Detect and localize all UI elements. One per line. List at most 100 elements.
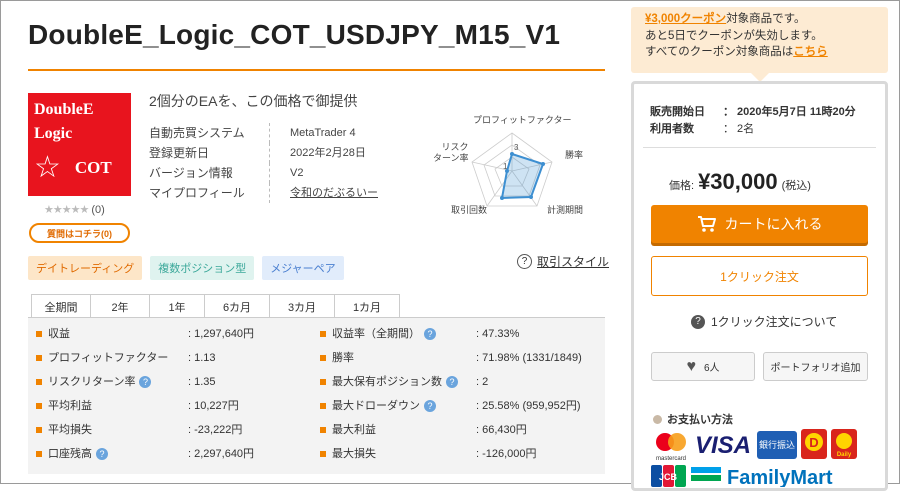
rating: ★★★★★ (0) bbox=[44, 203, 105, 216]
stat-label-max-profit: 最大利益 bbox=[332, 424, 376, 436]
one-click-about-link[interactable]: ? 1クリック注文について bbox=[691, 313, 837, 330]
radar-chart: 3 1 プロフィットファクター リスク ターン率 勝率 取引回数 計測期間 bbox=[421, 109, 601, 219]
help-icon[interactable]: ? bbox=[96, 448, 108, 460]
users-value: ： 2名 bbox=[723, 123, 755, 135]
svg-text:Daily: Daily bbox=[837, 452, 852, 458]
stat-label-revenue: 収益 bbox=[48, 328, 70, 340]
heart-icon: ♥ bbox=[686, 357, 696, 375]
tab-1m[interactable]: 1カ月 bbox=[334, 294, 400, 318]
stat-row: 勝率: 71.98% (1331/1849) bbox=[320, 346, 582, 370]
payment-title-label: お支払い方法 bbox=[667, 414, 733, 426]
coupon-line3: すべてのクーポン対象商品は bbox=[645, 46, 794, 58]
stat-row: リスクリターン率?: 1.35 bbox=[36, 370, 254, 394]
stat-row: 最大損失: -126,000円 bbox=[320, 442, 582, 466]
tag-major-pair[interactable]: メジャーペア bbox=[262, 256, 344, 280]
radar-center-value: 3 bbox=[514, 143, 519, 152]
stat-row: 最大ドローダウン? : 25.58% (959,952円) bbox=[320, 394, 582, 418]
coupon-line2: あと5日でクーポンが失効します。 bbox=[645, 29, 823, 42]
tab-2y[interactable]: 2年 bbox=[90, 294, 150, 318]
users-label: 利用者数 bbox=[650, 123, 694, 135]
product-logo: DoubleE Logic ☆ COT bbox=[28, 93, 131, 196]
stat-row: 最大保有ポジション数?: 2 bbox=[320, 370, 582, 394]
one-click-order-button[interactable]: 1クリック注文 bbox=[651, 256, 868, 296]
tab-all[interactable]: 全期間 bbox=[31, 294, 91, 318]
tab-6m[interactable]: 6カ月 bbox=[204, 294, 270, 318]
logo-line2: Logic bbox=[34, 125, 73, 142]
add-to-cart-button[interactable]: カートに入れる bbox=[651, 205, 868, 243]
help-icon[interactable]: ? bbox=[424, 400, 436, 412]
svg-text:JCB: JCB bbox=[659, 472, 678, 482]
help-icon[interactable]: ? bbox=[446, 376, 458, 388]
radar-label-risk: リスク ターン率 bbox=[433, 142, 469, 163]
stats-panel: 収益 : 1,297,640円 プロフィットファクター : 1.13 リスクリターン… bbox=[28, 317, 605, 474]
stat-value-max-profit: : 66,430円 bbox=[476, 424, 527, 436]
info-key-version: バージョン情報 bbox=[149, 166, 233, 180]
svg-text:mastercard: mastercard bbox=[656, 456, 686, 462]
stat-label-pf: プロフィットファクター bbox=[48, 352, 169, 364]
product-info: 自動売買システム MetaTrader 4 登録更新日 2022年2月28日 バージ… bbox=[149, 123, 378, 203]
product-lead: 2個分のEAを、この価格で御提供 bbox=[149, 93, 358, 109]
svg-text:FamilyMart: FamilyMart bbox=[727, 467, 833, 487]
stat-value-max-drawdown: : 25.58% (959,952円) bbox=[476, 400, 581, 412]
svg-text:銀行振込: 銀行振込 bbox=[759, 439, 795, 450]
bank-transfer-icon: 銀行振込 bbox=[757, 431, 797, 459]
profile-link[interactable]: 令和のだぶるいー bbox=[290, 183, 378, 203]
rating-stars-icon: ★★★★★ bbox=[44, 204, 89, 216]
stat-label-avg-loss: 平均損失 bbox=[48, 424, 92, 436]
stat-value-pf: : 1.13 bbox=[188, 352, 216, 364]
trade-style-link[interactable]: ? 取引スタイル bbox=[517, 253, 609, 270]
stat-row: 収益率（全期間）?: 47.33% bbox=[320, 322, 582, 346]
question-button[interactable]: 質問はコチラ(0) bbox=[29, 223, 130, 243]
info-value-system: MetaTrader 4 bbox=[290, 127, 356, 139]
price-label: 価格: bbox=[669, 180, 695, 192]
stat-label-max-drawdown: 最大ドローダウン bbox=[332, 400, 420, 412]
radar-label-trades: 取引回数 bbox=[451, 205, 488, 215]
svg-text:VISA: VISA bbox=[695, 432, 751, 459]
stat-label-winrate: 勝率 bbox=[332, 352, 354, 364]
stat-row: 最大利益 : 66,430円 bbox=[320, 418, 582, 442]
radar-label-winrate: 勝率 bbox=[565, 150, 584, 160]
info-key-updated: 登録更新日 bbox=[149, 146, 210, 160]
info-value-version: V2 bbox=[290, 167, 304, 179]
tab-3m[interactable]: 3カ月 bbox=[269, 294, 335, 318]
stat-row: 平均損失 : -23,222円 bbox=[36, 418, 254, 442]
rating-count: (0) bbox=[91, 204, 105, 216]
stat-label-risk: リスクリターン率 bbox=[48, 376, 136, 388]
dot-icon bbox=[653, 414, 662, 424]
stat-value-max-positions: : 2 bbox=[476, 376, 489, 388]
visa-icon: VISA bbox=[695, 432, 751, 459]
logo-line1: DoubleE bbox=[34, 101, 94, 118]
tag-daytrading[interactable]: デイトレーディング bbox=[28, 256, 143, 280]
question-icon: ? bbox=[691, 314, 705, 329]
coupon-link[interactable]: ¥3,000クーポン bbox=[645, 13, 726, 25]
stat-row: 口座残高? : 2,297,640円 bbox=[36, 442, 254, 466]
daily-icon: Daily bbox=[831, 429, 857, 459]
stat-value-balance: : 2,297,640円 bbox=[188, 448, 255, 460]
cart-icon bbox=[697, 216, 716, 232]
favorite-button[interactable]: ♥ 6人 bbox=[651, 352, 755, 381]
price-value: ¥30,000 bbox=[698, 169, 778, 194]
stat-row: 平均利益: 10,227円 bbox=[36, 394, 254, 418]
coupon-all-link[interactable]: こちら bbox=[793, 46, 828, 58]
add-portfolio-button[interactable]: ポートフォリオ追加 bbox=[763, 352, 868, 381]
stat-label-balance: 口座残高 bbox=[48, 448, 92, 460]
stat-value-revenue: : 1,297,640円 bbox=[188, 328, 255, 340]
payment-title: お支払い方法 bbox=[653, 411, 733, 427]
one-click-about-label: 1クリック注文について bbox=[711, 315, 838, 329]
stat-row: プロフィットファクター : 1.13 bbox=[36, 346, 254, 370]
price: 価格: ¥30,000 (税込) bbox=[669, 169, 811, 195]
sales-info: 販売開始日 ： 2020年5月7日 11時20分 利用者数 ： 2名 bbox=[639, 104, 880, 138]
help-icon[interactable]: ? bbox=[424, 328, 436, 340]
title-underline bbox=[28, 69, 605, 71]
stat-value-avg-loss: : -23,222円 bbox=[188, 424, 243, 436]
coupon-line1: 対象商品です。 bbox=[726, 13, 806, 25]
cart-label: カートに入れる bbox=[724, 216, 823, 232]
tag-multi-position[interactable]: 複数ポジション型 bbox=[150, 256, 255, 280]
radar-label-period: 計測期間 bbox=[547, 205, 584, 215]
tag-list: デイトレーディング 複数ポジション型 メジャーペア bbox=[28, 256, 344, 280]
stat-row: 収益 : 1,297,640円 bbox=[36, 322, 254, 346]
stat-label-max-loss: 最大損失 bbox=[332, 448, 376, 460]
help-icon[interactable]: ? bbox=[139, 376, 152, 388]
tab-1y[interactable]: 1年 bbox=[149, 294, 205, 318]
sales-start-label: 販売開始日 bbox=[650, 106, 705, 118]
